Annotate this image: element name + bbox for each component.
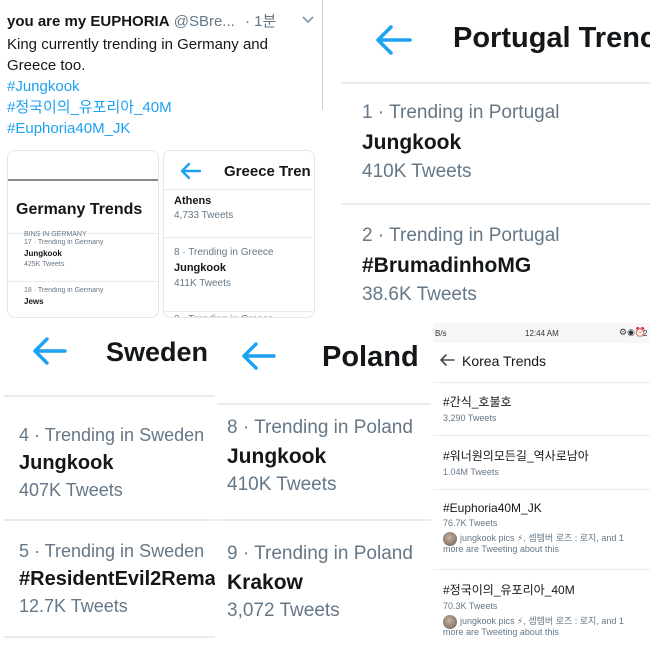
trend-name: Jungkook (227, 445, 327, 468)
status-network-speed: B/s (435, 329, 447, 338)
trend-rank-label: 18 · Trending in Germany (24, 287, 104, 294)
trend-item[interactable]: #간식_호불호 3,290 Tweets (443, 393, 650, 423)
trend-item[interactable]: 2 · Trending in Portugal #BrumadinhoMG 3… (362, 225, 650, 306)
partial-row-text: 9 · Trending in Greece (174, 314, 314, 317)
trend-item[interactable]: #Euphoria40M_JK 76.7K Tweets jungkook pi… (443, 501, 650, 555)
trend-count: 410K Tweets (362, 161, 472, 182)
back-arrow-icon[interactable] (178, 161, 202, 181)
social-context-text: jungkook pics ⚡, 셉템버 로즈 : 로지 (460, 533, 597, 543)
trend-item[interactable]: Athens 4,733 Tweets (174, 195, 314, 221)
hashtag-link[interactable]: #Euphoria40M_JK (7, 118, 319, 139)
trend-rank-label: 1 · Trending in Portugal (362, 102, 560, 123)
trend-item[interactable]: 8 · Trending in Poland Jungkook 410K Twe… (227, 417, 431, 496)
tweet-display-name[interactable]: you are my EUPHORIA (7, 13, 170, 30)
card-top-divider (8, 179, 158, 181)
trend-count: 425K Tweets (24, 261, 65, 268)
trend-count: 76.7K Tweets (443, 518, 498, 528)
trend-count: 38.6K Tweets (362, 284, 477, 305)
social-context: jungkook pics ⚡, 셉템버 로즈 : 로지, and 1 more… (443, 531, 650, 555)
trend-count: 410K Tweets (227, 474, 337, 495)
trend-name: Jungkook (24, 249, 62, 258)
tweet-body: King currently trending in Germany and G… (7, 34, 319, 139)
sweden-title: Sweden (106, 337, 209, 367)
tweet-panel: you are my EUPHORIA @SBre... · 1분 King c… (0, 0, 322, 322)
trend-rank-label: 9 · Trending in Poland (227, 543, 413, 564)
social-context: jungkook pics ⚡, 셉템버 로즈 : 로지, and 1 more… (443, 614, 650, 638)
trend-count: 3,290 Tweets (443, 413, 497, 423)
trend-count: 411K Tweets (174, 278, 231, 289)
tweet-header: you are my EUPHORIA @SBre... · 1분 (7, 10, 317, 32)
tweet-text-line-2: Greece too. (7, 57, 86, 74)
germany-title: Germany Trends (16, 201, 143, 218)
trend-item[interactable]: 1 · Trending in Portugal Jungkook 410K T… (362, 102, 650, 183)
portugal-title: Portugal Trenc (453, 22, 650, 54)
trend-rank-label: 17 · Trending in Germany (24, 239, 104, 246)
trend-item[interactable]: 8 · Trending in Greece Jungkook 411K Twe… (174, 247, 314, 289)
status-time: 12:44 AM (525, 329, 559, 338)
hashtag-link[interactable]: #정국이의_유포리아_40M (7, 97, 319, 118)
trend-name: Athens (174, 195, 212, 207)
trend-name: #Euphoria40M_JK (443, 501, 542, 515)
trend-item[interactable]: #정국이의_유포리아_40M 70.3K Tweets jungkook pic… (443, 581, 650, 638)
back-arrow-icon[interactable] (373, 22, 413, 58)
korea-title: Korea Trends (462, 353, 547, 369)
trend-count: 3,072 Tweets (227, 600, 340, 621)
collage-divider (322, 0, 323, 110)
trend-item[interactable]: 9 · Trending in Poland Krakow 3,072 Twee… (227, 543, 431, 622)
social-context-text: more are Tweeting about this (443, 627, 559, 637)
trend-count: 1.04M Tweets (443, 467, 499, 477)
trend-name: #정국이의_유포리아_40M (443, 583, 575, 597)
trend-count: 70.3K Tweets (443, 601, 498, 611)
back-arrow-icon[interactable] (439, 353, 455, 367)
trend-item[interactable]: #워너원의모든길_역사로남아 1.04M Tweets (443, 447, 650, 477)
hashtag-link[interactable]: #Jungkook (7, 76, 319, 97)
trend-rank-label: 4 · Trending in Sweden (19, 425, 205, 445)
trend-name: #간식_호불호 (443, 395, 512, 409)
trend-name: Jungkook (19, 452, 114, 474)
poland-title: Poland (322, 341, 419, 373)
trend-rank-label: 2 · Trending in Portugal (362, 225, 560, 246)
chevron-down-icon[interactable] (301, 12, 315, 26)
trend-count: 407K Tweets (19, 480, 123, 500)
trend-name: Jungkook (362, 131, 462, 154)
trend-name: Jungkook (174, 262, 226, 274)
status-bar: B/s 12:44 AM ⚙◉⏰ 2 (433, 323, 650, 343)
portugal-trends-panel: Portugal Trenc 1 · Trending in Portugal … (331, 0, 650, 322)
status-battery: 2 (643, 329, 648, 338)
tweet-text-line-1: King currently trending in Germany and (7, 36, 268, 53)
trend-count: 12.7K Tweets (19, 596, 128, 616)
social-context-suffix: , and 1 (596, 533, 624, 543)
partial-row-text: BINS IN GERMANY (24, 231, 87, 236)
back-arrow-icon[interactable] (239, 339, 277, 373)
trend-item[interactable]: 17 · Trending in Germany Jungkook 425K T… (24, 239, 158, 268)
trend-item[interactable]: 18 · Trending in Germany Jews (24, 287, 158, 306)
social-context-suffix: , and 1 (596, 616, 624, 626)
trend-item[interactable]: 5 · Trending in Sweden #ResidentEvil2Rem… (19, 541, 215, 617)
trend-name: #BrumadinhoMG (362, 254, 532, 277)
trend-rank-label: 8 · Trending in Greece (174, 247, 274, 258)
sweden-trends-panel: Sweden 4 · Trending in Sweden Jungkook 4… (0, 323, 215, 650)
social-context-text: jungkook pics ⚡, 셉템버 로즈 : 로지 (460, 616, 597, 626)
trend-count: 4,733 Tweets (174, 210, 234, 221)
greece-trends-card[interactable]: Greece Tren Athens 4,733 Tweets 8 · Tren… (163, 150, 315, 318)
trend-name: Jews (24, 297, 44, 306)
trend-item[interactable]: 4 · Trending in Sweden Jungkook 407K Twe… (19, 425, 215, 501)
social-context-text: more are Tweeting about this (443, 544, 559, 554)
greece-title: Greece Tren (224, 163, 311, 180)
korea-trends-panel: B/s 12:44 AM ⚙◉⏰ 2 Korea Trends #간식_호불호 … (433, 323, 650, 650)
trend-name: Krakow (227, 571, 303, 594)
trend-rank-label: 5 · Trending in Sweden (19, 541, 205, 561)
tweet-handle[interactable]: @SBre... (174, 13, 235, 30)
trend-name: #ResidentEvil2Rema (19, 568, 215, 590)
trend-name: #워너원의모든길_역사로남아 (443, 449, 589, 463)
back-arrow-icon[interactable] (30, 335, 68, 367)
poland-trends-panel: Poland 8 · Trending in Poland Jungkook 4… (217, 323, 431, 650)
trend-rank-label: 8 · Trending in Poland (227, 417, 413, 438)
tweet-time: · 1분 (244, 13, 277, 30)
germany-trends-card[interactable]: Germany Trends BINS IN GERMANY 17 · Tren… (7, 150, 159, 318)
